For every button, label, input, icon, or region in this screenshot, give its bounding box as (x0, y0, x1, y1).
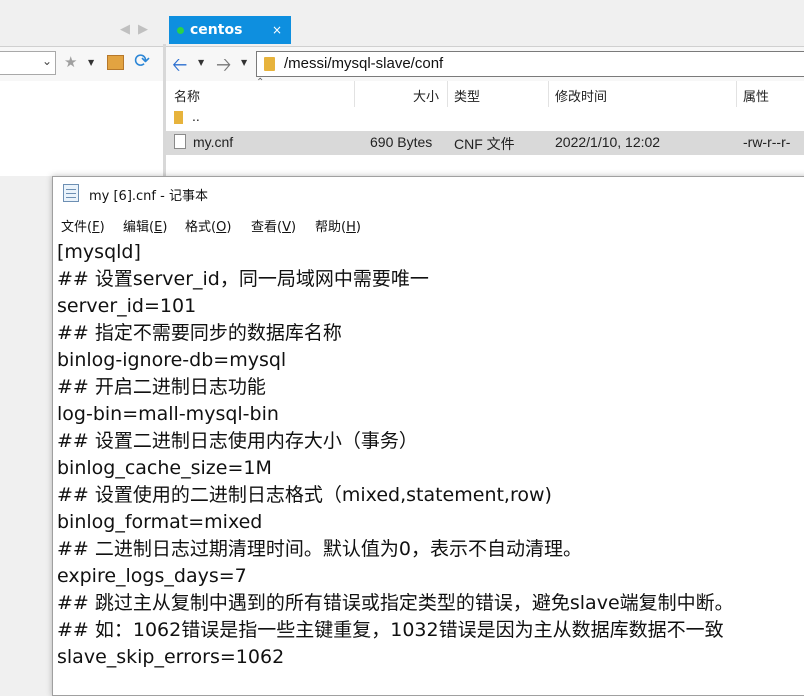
menu-bar: 文件(F) 编辑(E) 格式(O) 查看(V) 帮助(H) (53, 211, 804, 237)
text-line: log-bin=mall-mysql-bin (57, 403, 279, 425)
bookmark-dropdown-icon[interactable]: ▼ (88, 58, 94, 67)
menu-accelerator: E (154, 220, 163, 235)
menu-accelerator: F (92, 220, 100, 235)
menu-label: 查看 (251, 220, 278, 235)
remote-path-text: /messi/mysql-slave/conf (284, 55, 444, 72)
text-line: binlog_format=mixed (57, 511, 263, 533)
connection-status-icon (177, 27, 184, 34)
menu-accelerator: O (216, 220, 227, 235)
column-divider[interactable] (548, 81, 549, 107)
text-line: ## 如：1062错误是指一些主键重复，1032错误是因为主从数据库数据不一致 (57, 619, 724, 641)
text-line: ## 设置使用的二进制日志格式（mixed,statement,row) (57, 484, 552, 506)
file-icon (174, 134, 186, 149)
notepad-window: my [6].cnf - 记事本 文件(F) 编辑(E) 格式(O) 查看(V)… (52, 176, 804, 696)
table-row-my-cnf[interactable]: my.cnf 690 Bytes CNF 文件 2022/1/10, 12:02… (166, 131, 804, 155)
close-tab-icon[interactable]: × (272, 23, 282, 37)
notepad-titlebar[interactable]: my [6].cnf - 记事本 (53, 177, 804, 211)
local-path-combo[interactable]: ⌄ (0, 51, 56, 75)
refresh-icon[interactable]: ⟳ (134, 50, 150, 72)
menu-accelerator: H (346, 220, 356, 235)
text-line: ## 跳过主从复制中遇到的所有错误或指定类型的错误，避免slave端复制中断。 (57, 592, 734, 614)
local-toolbar: ⌄ ★ ▼ ⟳ (0, 46, 163, 81)
text-line: [mysqld] (57, 241, 141, 263)
menu-view[interactable]: 查看(V) (251, 216, 296, 235)
menu-edit[interactable]: 编辑(E) (123, 216, 167, 235)
text-line: expire_logs_days=7 (57, 565, 247, 587)
column-divider[interactable] (447, 81, 448, 107)
column-header-type[interactable]: 类型 (454, 86, 480, 105)
text-line: ## 开启二进制日志功能 (57, 376, 266, 398)
text-line: slave_skip_errors=1062 (57, 646, 285, 668)
row-name: my.cnf (193, 134, 234, 150)
column-header-attributes[interactable]: 属性 (743, 86, 769, 105)
tab-centos[interactable]: centos × (169, 16, 291, 44)
back-dropdown-icon[interactable]: ▼ (198, 58, 204, 67)
row-attributes: -rw-r--r- (743, 134, 791, 150)
menu-label: 文件 (61, 220, 88, 235)
remote-file-list: 名称 ⌃ 大小 类型 修改时间 属性 .. my.cnf 690 Bytes C… (166, 77, 804, 176)
menu-label: 帮助 (315, 220, 342, 235)
row-type: CNF 文件 (454, 136, 515, 152)
sort-ascending-icon: ⌃ (256, 77, 265, 88)
row-name: .. (192, 108, 200, 124)
chevron-down-icon[interactable]: ⌄ (42, 54, 52, 68)
menu-label: 格式 (185, 220, 212, 235)
menu-file[interactable]: 文件(F) (61, 216, 105, 235)
column-divider[interactable] (736, 81, 737, 107)
text-editor-area[interactable]: [mysqld] ## 设置server_id，同一局域网中需要唯一 serve… (57, 239, 804, 671)
folder-icon (264, 57, 275, 71)
tab-scroll-arrows[interactable]: ◀▶ (120, 22, 156, 37)
table-row-parent-dir[interactable]: .. (166, 107, 804, 131)
tab-label: centos (190, 22, 243, 38)
column-header-size[interactable]: 大小 (413, 86, 439, 105)
menu-format[interactable]: 格式(O) (185, 216, 231, 235)
text-line: server_id=101 (57, 295, 197, 317)
text-line: binlog-ignore-db=mysql (57, 349, 287, 371)
menu-label: 编辑 (123, 220, 150, 235)
forward-dropdown-icon[interactable]: ▼ (241, 58, 247, 67)
notepad-icon (63, 184, 79, 202)
local-file-pane (0, 81, 164, 176)
menu-accelerator: V (282, 220, 291, 235)
text-line: ## 指定不需要同步的数据库名称 (57, 322, 342, 344)
file-list-header: 名称 ⌃ 大小 类型 修改时间 属性 (166, 77, 804, 107)
row-modified: 2022/1/10, 12:02 (555, 134, 661, 150)
text-line: ## 设置二进制日志使用内存大小（事务） (57, 430, 418, 452)
text-line: binlog_cache_size=1M (57, 457, 272, 479)
window-title: my [6].cnf - 记事本 (89, 189, 208, 204)
remote-toolbar: 🡠 ▼ 🡢 ▼ /messi/mysql-slave/conf (166, 46, 804, 81)
column-divider[interactable] (354, 81, 355, 107)
tab-strip: ◀▶ (0, 0, 804, 44)
row-size: 690 Bytes (370, 134, 433, 150)
home-folder-icon[interactable] (107, 55, 124, 70)
remote-address-bar[interactable]: /messi/mysql-slave/conf (256, 51, 804, 77)
text-line: ## 二进制日志过期清理时间。默认值为0，表示不自动清理。 (57, 538, 582, 560)
column-header-modified[interactable]: 修改时间 (555, 86, 607, 105)
menu-help[interactable]: 帮助(H) (315, 216, 361, 235)
back-arrow-icon[interactable]: 🡠 (172, 51, 187, 83)
text-line: ## 设置server_id，同一局域网中需要唯一 (57, 268, 429, 290)
column-header-name[interactable]: 名称 (174, 86, 200, 105)
forward-arrow-icon[interactable]: 🡢 (216, 51, 231, 83)
folder-icon (174, 111, 183, 124)
bookmark-star-icon[interactable]: ★ (64, 53, 77, 71)
